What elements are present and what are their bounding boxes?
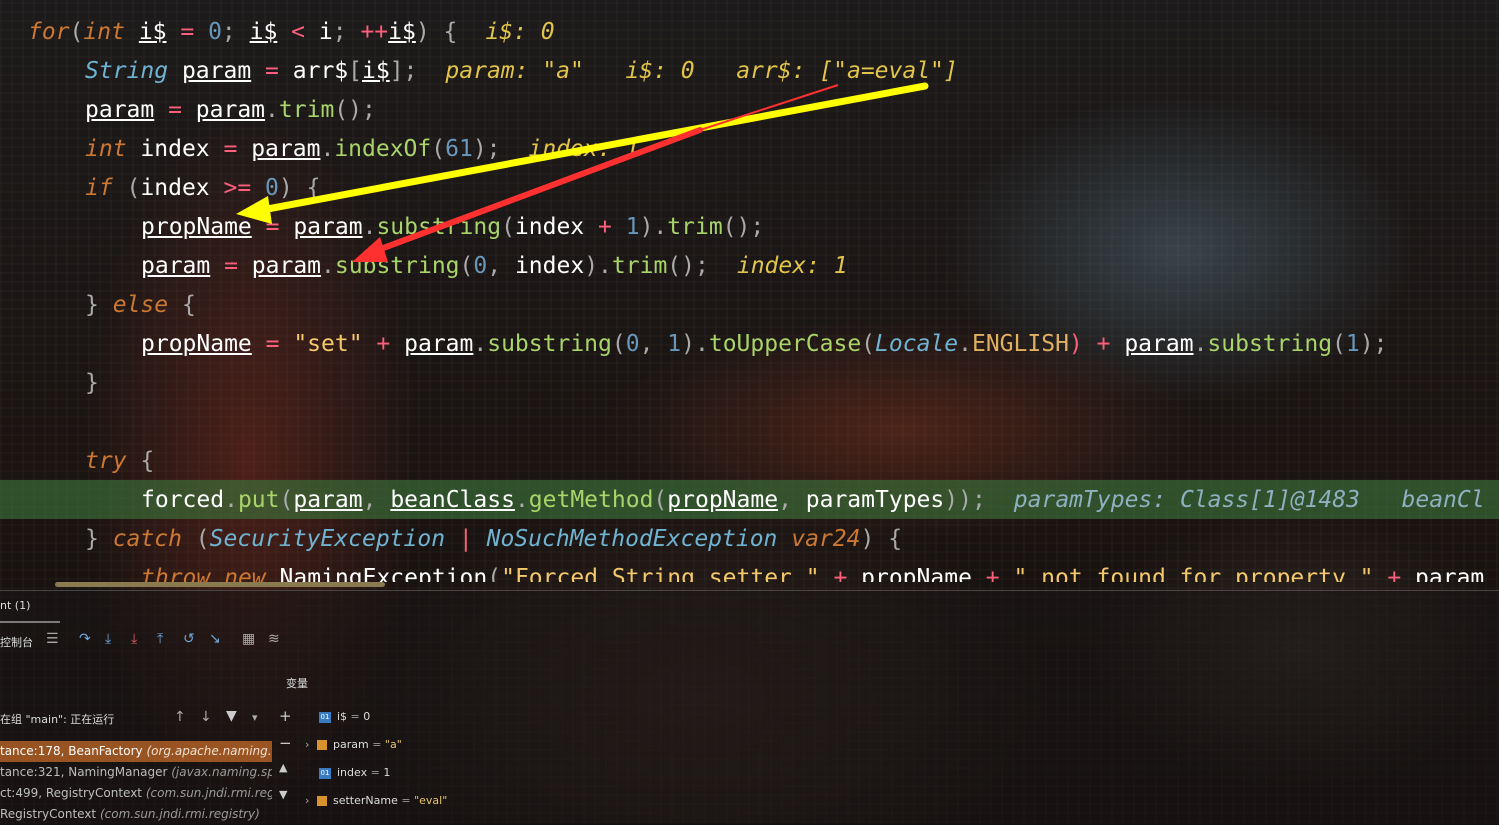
- annotation-arrows: [236, 82, 929, 262]
- red-arrow: [375, 127, 703, 253]
- red-arrow-head: [352, 237, 388, 262]
- yellow-arrow: [258, 82, 929, 214]
- yellow-arrow-head: [236, 196, 272, 224]
